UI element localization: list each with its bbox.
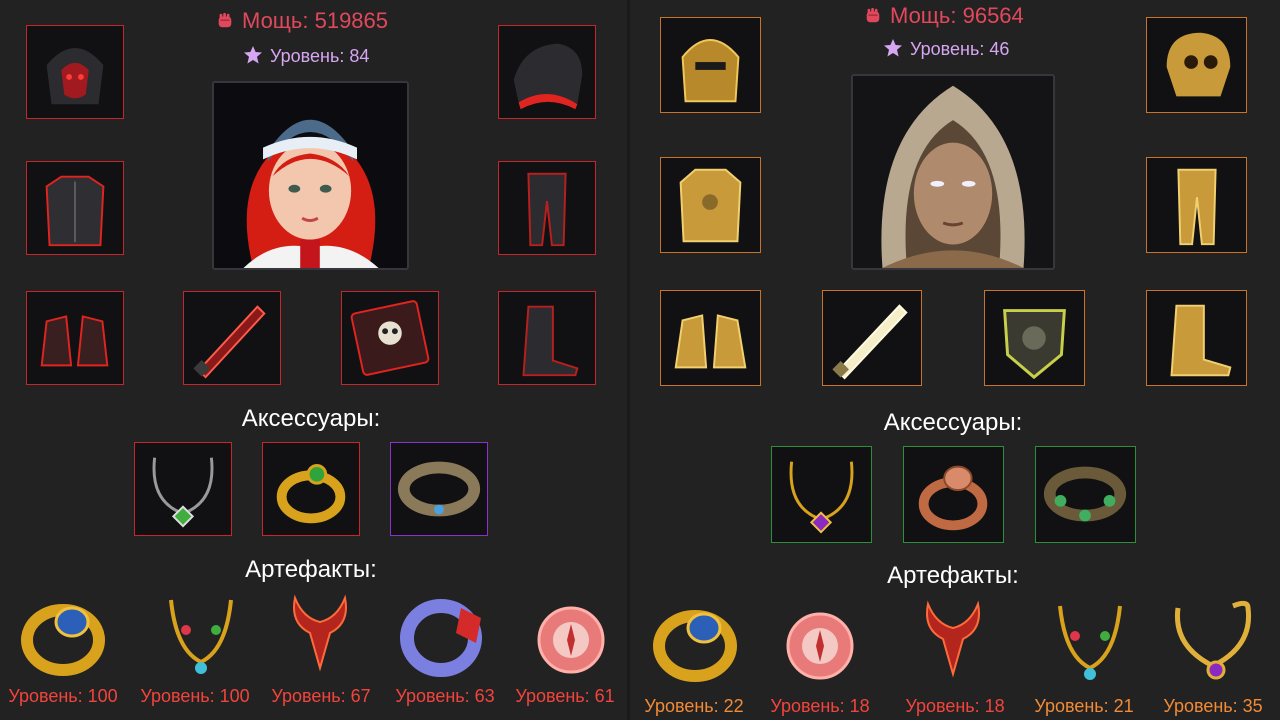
star-icon: [883, 38, 903, 58]
gold-blue-ring-icon: [653, 610, 737, 682]
shoulder-slot[interactable]: [1146, 17, 1247, 113]
artifact-4[interactable]: [1035, 596, 1145, 686]
gold-pendant-necklace-icon: [1174, 600, 1252, 680]
red-sword-icon: [193, 305, 266, 379]
artifact-4-level: Уровень: 63: [395, 686, 495, 706]
accessories-heading: Аксессуары:: [883, 409, 1023, 436]
weapon-slot[interactable]: [183, 291, 281, 385]
jeweled-necklace-icon: [169, 599, 233, 674]
power-stat: Мощь: 96564: [864, 3, 1024, 29]
artifact-3-level: Уровень: 67: [271, 686, 371, 706]
artifact-5[interactable]: [1158, 596, 1268, 686]
dark-boots-icon: [522, 305, 579, 377]
accessories-heading: Аксессуары:: [241, 405, 381, 432]
helmet-slot[interactable]: [660, 17, 761, 113]
jade-bracelet-icon: [1043, 466, 1127, 522]
artifact-1-level: Уровень: 22: [644, 696, 744, 716]
power-value: Мощь: 96564: [890, 3, 1024, 28]
level-value: Уровень: 84: [270, 46, 370, 66]
helmet-slot[interactable]: [26, 25, 124, 119]
accessory-necklace-slot[interactable]: [771, 446, 872, 543]
skull-shoulder-icon: [1166, 32, 1231, 97]
star-icon: [243, 45, 263, 65]
gold-boots-icon: [1170, 304, 1232, 377]
ornate-bracelet-icon: [397, 461, 481, 517]
accessory-bracelet-slot[interactable]: [1035, 446, 1136, 543]
legs-slot[interactable]: [498, 161, 596, 255]
fist-icon: [216, 10, 234, 28]
chest-slot[interactable]: [26, 161, 124, 255]
artifact-3[interactable]: [898, 594, 1008, 684]
artifacts-heading: Артефакты:: [887, 562, 1019, 589]
dark-chestplate-icon: [45, 175, 105, 247]
shoulder-armor-icon: [513, 43, 583, 110]
weapon-slot[interactable]: [822, 290, 922, 386]
offhand-slot[interactable]: [984, 290, 1085, 386]
accessory-ring-slot[interactable]: [262, 442, 360, 536]
glowing-sword-icon: [832, 304, 908, 380]
dark-leggings-icon: [527, 172, 567, 247]
gold-emerald-ring-icon: [276, 464, 346, 524]
green-gem-necklace-icon: [152, 457, 214, 528]
pink-compass-icon: [537, 606, 605, 674]
dragon-shield-icon: [1003, 309, 1066, 380]
demon-horns-amulet-icon: [926, 600, 980, 678]
artifact-1[interactable]: [8, 590, 118, 680]
dark-helmet-icon: [46, 48, 104, 105]
boots-slot[interactable]: [498, 291, 596, 385]
artifact-2[interactable]: [765, 594, 875, 684]
artifact-3[interactable]: [265, 588, 375, 678]
artifact-1-level: Уровень: 100: [8, 686, 118, 706]
jeweled-necklace-icon: [1058, 605, 1122, 680]
gold-chestplate-icon: [679, 168, 742, 243]
artifact-4[interactable]: [391, 588, 501, 678]
artifact-2-level: Уровень: 100: [140, 686, 250, 706]
dark-gauntlets-icon: [40, 315, 109, 367]
shoulder-slot[interactable]: [498, 25, 596, 119]
accessory-ring-slot[interactable]: [903, 446, 1004, 543]
chest-slot[interactable]: [660, 157, 761, 253]
hero-level: Уровень: 46: [883, 38, 1009, 60]
power-value: Мощь: 519865: [242, 8, 389, 33]
offhand-slot[interactable]: [341, 291, 439, 385]
artifact-5-level: Уровень: 61: [515, 686, 615, 706]
artifact-2[interactable]: [146, 590, 256, 680]
gloves-slot[interactable]: [26, 291, 124, 385]
accessory-necklace-slot[interactable]: [134, 442, 232, 536]
accessory-bracelet-slot[interactable]: [390, 442, 488, 536]
boots-slot[interactable]: [1146, 290, 1247, 386]
gold-blue-ring-icon: [21, 604, 105, 676]
gold-gauntlets-icon: [674, 314, 747, 369]
artifact-5[interactable]: [513, 588, 623, 678]
fist-icon: [864, 5, 882, 23]
artifact-2-level: Уровень: 18: [770, 696, 870, 716]
skull-tome-icon: [350, 300, 430, 376]
artifacts-heading: Артефакты:: [245, 556, 377, 583]
legs-slot[interactable]: [1146, 157, 1247, 253]
power-stat: Мощь: 519865: [216, 8, 388, 34]
hero-portrait[interactable]: [851, 74, 1055, 270]
artifact-1[interactable]: [640, 596, 750, 686]
artifact-5-level: Уровень: 35: [1163, 696, 1263, 716]
hero-level: Уровень: 84: [243, 45, 369, 67]
copper-ring-icon: [918, 465, 988, 531]
level-value: Уровень: 46: [910, 39, 1010, 59]
gold-greaves-icon: [1177, 168, 1217, 246]
crystal-ring-icon: [400, 599, 482, 677]
demon-horns-amulet-icon: [293, 594, 347, 672]
artifact-4-level: Уровень: 21: [1034, 696, 1134, 716]
gloves-slot[interactable]: [660, 290, 761, 386]
pink-compass-icon: [786, 612, 854, 680]
artifact-3-level: Уровень: 18: [905, 696, 1005, 716]
hero-portrait[interactable]: [212, 81, 409, 270]
purple-gem-necklace-icon: [789, 461, 854, 534]
gold-helmet-icon: [681, 39, 740, 103]
